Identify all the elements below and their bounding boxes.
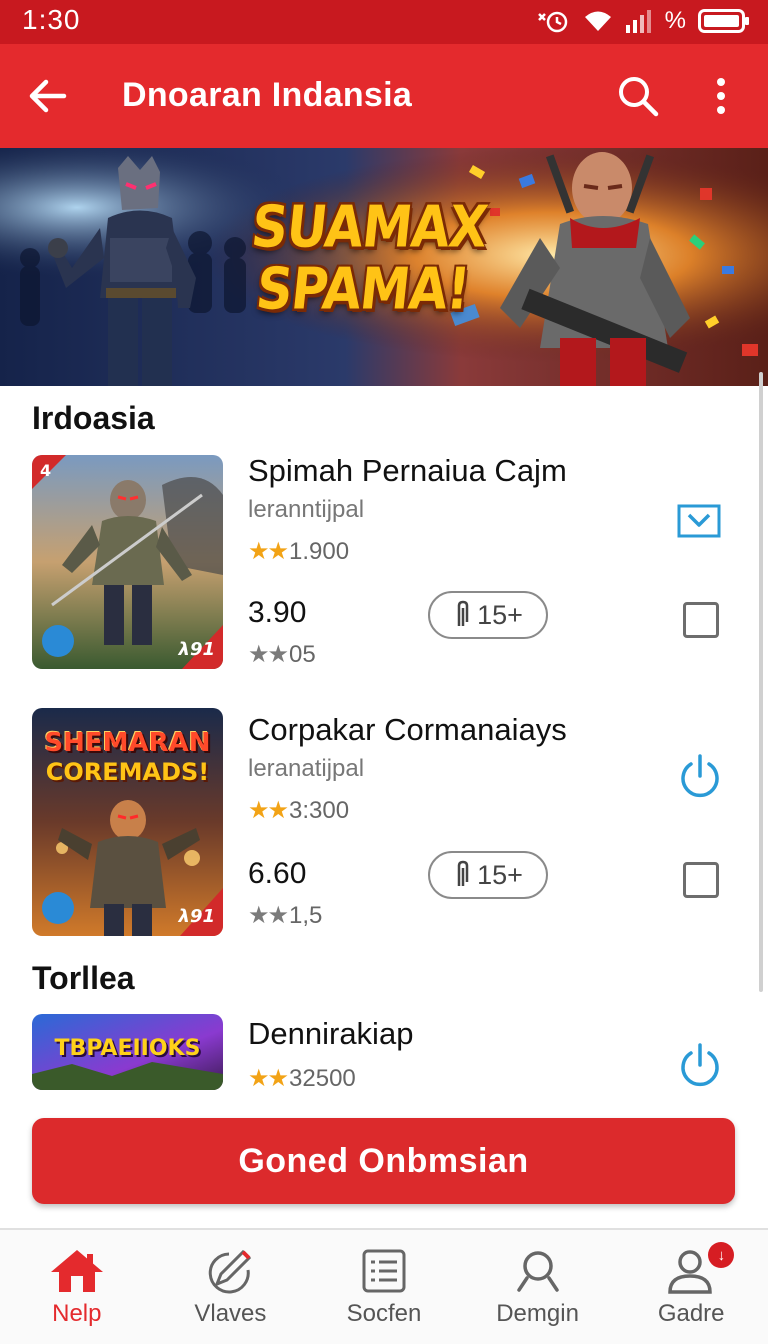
alarm-icon [537,11,567,33]
nav-item-home[interactable]: Nelp [0,1230,154,1344]
sub-rating-text: 05 [289,640,316,668]
scrollbar[interactable] [759,372,763,992]
thumb-corner-label: 4 [40,461,52,480]
app-rating: ★★ 32500 [248,1064,356,1093]
age-rating-text: 15+ [477,859,523,890]
star-icon: ★★ [248,902,289,929]
app-rating: ★★ 1.900 [248,537,349,566]
age-rating-pill[interactable]: 15+ [428,851,548,899]
signal-icon [625,10,651,33]
bottom-navigation: Nelp Vlaves Socfen Demgin ↓ Gadre [0,1228,768,1344]
age-rating-pill[interactable]: 15+ [428,591,548,639]
banner-headline-line2: SPAMA! [253,255,473,323]
power-icon[interactable] [676,752,724,800]
banner-headline: SUAMAX SPAMA! [239,193,492,323]
search-icon[interactable] [614,72,662,120]
list-icon [362,1249,406,1293]
app-thumbnail[interactable]: SHEMARAN COREMADS! λ91 [32,708,223,936]
nav-item-demgin[interactable]: Demgin [461,1230,615,1344]
thumb-title-line2: COREMADS! [45,758,210,786]
thumb-tag: λ91 [178,639,215,660]
thumb-title-line1: SHEMARAN [44,728,211,758]
app-bar: Dnoaran Indansia [0,44,768,148]
select-checkbox[interactable] [683,602,719,638]
star-icon: ★★ [248,797,289,824]
app-price: 3.90 [248,596,307,629]
nav-label: Vlaves [194,1300,267,1327]
app-rating: ★★ 3:300 [248,796,349,825]
nav-label: Demgin [496,1300,579,1327]
nav-item-vlaves[interactable]: Vlaves [154,1230,308,1344]
app-name[interactable]: Dennirakiap [248,1016,413,1052]
app-price: 6.60 [248,857,307,890]
status-icons: % [537,7,750,34]
power-icon[interactable] [676,1041,724,1089]
status-bar: 1:30 % [0,0,768,44]
app-developer: leranntĳpal [248,496,365,523]
promo-banner[interactable]: SUAMAX SPAMA! [0,148,768,386]
banner-headline-line1: SUAMAX [248,193,491,261]
section-title: Torllea [32,960,135,996]
star-icon: ★★ [248,641,289,668]
nav-label: Gadre [657,1300,725,1327]
battery-percent: % [664,7,686,34]
pen-icon [209,1249,252,1294]
rating-text: 3:300 [289,796,350,824]
nav-item-socfen[interactable]: Socfen [307,1230,461,1344]
app-sub-rating: ★★ 1,5 [248,901,322,930]
rating-text: 1.900 [289,537,350,565]
status-time: 1:30 [22,4,81,35]
thumb-tag: λ91 [178,906,215,927]
app-name[interactable]: Spimah Pernaiua Cajm [248,453,567,489]
home-icon [50,1250,103,1292]
star-icon: ★★ [248,1065,289,1092]
thumb-title: TBPAEIIOKS [54,1036,201,1061]
primary-action-button[interactable]: Goned Onbmsian [32,1118,735,1204]
wifi-icon [584,11,611,31]
section-title: Irdoasia [32,400,155,436]
app-thumbnail-art [32,455,223,669]
search-icon [516,1251,559,1292]
app-thumbnail[interactable]: 4 λ91 [32,455,223,669]
download-icon[interactable] [676,497,724,545]
back-arrow-icon[interactable] [24,74,72,118]
more-vert-icon[interactable] [704,72,738,120]
age-rating-text: 15+ [477,599,523,630]
nav-label: Socfen [346,1300,422,1327]
nav-label: Nelp [52,1300,102,1327]
select-checkbox[interactable] [683,862,719,898]
sub-rating-text: 1,5 [289,901,323,929]
rating-text: 32500 [289,1064,356,1092]
paperclip-icon [457,600,469,626]
notification-badge: ↓ [708,1242,735,1268]
battery-icon [698,9,749,33]
app-thumbnail[interactable]: TBPAEIIOKS [32,1014,223,1090]
nav-item-gadre[interactable]: ↓ Gadre [614,1230,768,1344]
app-developer: leranatĳpal [248,755,365,782]
app-sub-rating: ★★ 05 [248,640,316,669]
paperclip-icon [457,860,469,886]
page-title: Dnoaran Indansia [122,76,413,114]
app-name[interactable]: Corpakar Cormanaiays [248,712,567,748]
star-icon: ★★ [248,538,289,565]
